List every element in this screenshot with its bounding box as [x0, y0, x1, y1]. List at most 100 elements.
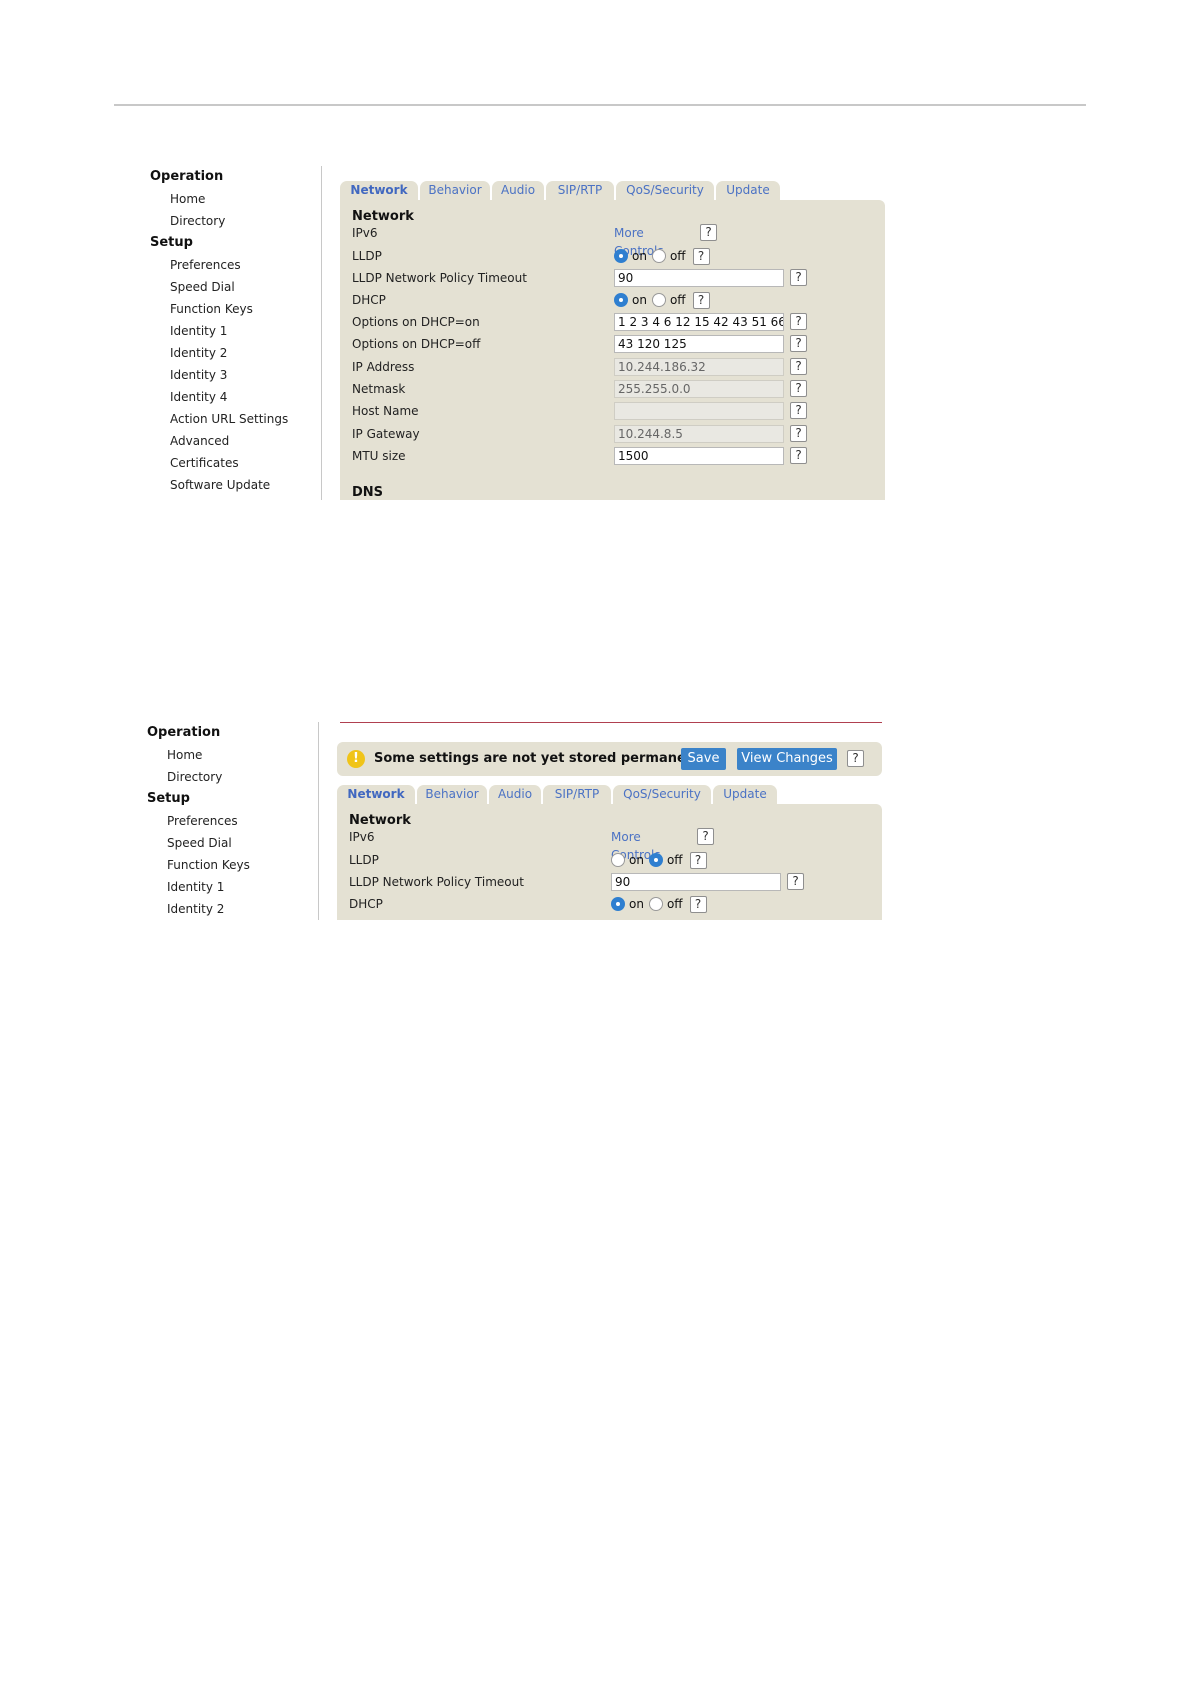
help-icon[interactable]: ?: [697, 828, 714, 845]
tab-qos-security[interactable]: QoS/Security: [616, 181, 714, 200]
notice-message: Some settings are not yet stored permane…: [374, 751, 718, 766]
radio-on-label: on: [632, 249, 647, 263]
radio-on-label: on: [629, 897, 644, 911]
view-changes-button[interactable]: View Changes: [737, 748, 837, 770]
screenshot-network-settings: Operation Home Directory Setup Preferenc…: [150, 166, 890, 500]
label-lldp-timeout: LLDP Network Policy Timeout: [352, 271, 527, 285]
help-icon[interactable]: ?: [790, 335, 807, 352]
label-dhcp: DHCP: [349, 897, 383, 911]
tab-update[interactable]: Update: [713, 785, 777, 804]
mtu-size-input[interactable]: 1500: [614, 447, 784, 465]
help-icon[interactable]: ?: [689, 851, 707, 869]
sidebar-item-identity-2[interactable]: Identity 2: [147, 898, 250, 920]
unsaved-settings-notice: ! Some settings are not yet stored perma…: [337, 742, 882, 776]
screenshot-unsaved-changes: Operation Home Directory Setup Preferenc…: [147, 722, 890, 920]
label-options-dhcp-on: Options on DHCP=on: [352, 315, 480, 329]
tab-behavior[interactable]: Behavior: [420, 181, 490, 200]
help-icon[interactable]: ?: [790, 358, 807, 375]
radio-on-label: on: [632, 293, 647, 307]
sidebar-item-function-keys[interactable]: Function Keys: [147, 854, 250, 876]
help-icon[interactable]: ?: [700, 224, 717, 241]
help-icon[interactable]: ?: [790, 269, 807, 286]
tab-audio[interactable]: Audio: [489, 785, 541, 804]
label-ip-address: IP Address: [352, 360, 415, 374]
tab-update[interactable]: Update: [716, 181, 780, 200]
label-mtu-size: MTU size: [352, 449, 406, 463]
sidebar-item-software-update[interactable]: Software Update: [150, 474, 288, 496]
tab-network[interactable]: Network: [337, 785, 415, 804]
sidebar-item-identity-1[interactable]: Identity 1: [147, 876, 250, 898]
help-icon[interactable]: ?: [692, 247, 710, 265]
lldp-radio-group: on off ?: [614, 247, 710, 265]
tab-sip-rtp[interactable]: SIP/RTP: [543, 785, 611, 804]
radio-off-label: off: [666, 897, 683, 911]
tab-network[interactable]: Network: [340, 181, 418, 200]
tab-behavior[interactable]: Behavior: [417, 785, 487, 804]
help-icon[interactable]: ?: [790, 447, 807, 464]
sidebar-item-home[interactable]: Home: [150, 188, 288, 210]
lldp-on-radio[interactable]: [611, 853, 625, 867]
sidebar-item-home[interactable]: Home: [147, 744, 250, 766]
sidebar-section-setup: Setup: [147, 791, 190, 806]
help-icon[interactable]: ?: [790, 425, 807, 442]
radio-off-label: off: [666, 853, 683, 867]
tab-sip-rtp[interactable]: SIP/RTP: [546, 181, 614, 200]
host-name-field: [614, 402, 784, 420]
sidebar-section-setup: Setup: [150, 235, 193, 250]
sidebar-item-preferences[interactable]: Preferences: [150, 254, 288, 276]
label-netmask: Netmask: [352, 382, 406, 396]
save-button[interactable]: Save: [681, 748, 726, 770]
sidebar-nav: Operation Home Directory Setup Preferenc…: [150, 166, 288, 496]
help-icon[interactable]: ?: [790, 380, 807, 397]
ip-gateway-field: 10.244.8.5: [614, 425, 784, 443]
options-dhcp-off-input[interactable]: 43 120 125: [614, 335, 784, 353]
netmask-field: 255.255.0.0: [614, 380, 784, 398]
tab-qos-security[interactable]: QoS/Security: [613, 785, 711, 804]
dhcp-off-radio[interactable]: [651, 293, 666, 307]
help-icon[interactable]: ?: [787, 873, 804, 890]
options-dhcp-on-input[interactable]: 1 2 3 4 6 12 15 42 43 51 66: [614, 313, 784, 331]
dhcp-on-radio[interactable]: [614, 293, 628, 307]
sidebar-item-advanced[interactable]: Advanced: [150, 430, 288, 452]
radio-off-label: off: [669, 293, 686, 307]
label-ip-gateway: IP Gateway: [352, 427, 420, 441]
sidebar-item-preferences[interactable]: Preferences: [147, 810, 250, 832]
help-icon[interactable]: ?: [847, 750, 864, 767]
sidebar-item-certificates[interactable]: Certificates: [150, 452, 288, 474]
sidebar-item-action-url-settings[interactable]: Action URL Settings: [150, 408, 288, 430]
help-icon[interactable]: ?: [689, 895, 707, 913]
sidebar-item-function-keys[interactable]: Function Keys: [150, 298, 288, 320]
label-dhcp: DHCP: [352, 293, 386, 307]
label-options-dhcp-off: Options on DHCP=off: [352, 337, 481, 351]
radio-on-label: on: [629, 853, 644, 867]
sidebar-item-identity-3[interactable]: Identity 3: [150, 364, 288, 386]
network-settings-panel: Network IPv6 More Controls ? LLDP on off…: [340, 200, 885, 500]
sidebar-item-speed-dial[interactable]: Speed Dial: [147, 832, 250, 854]
section-title-dns: DNS: [352, 485, 384, 500]
sidebar-section-operation: Operation: [150, 169, 224, 184]
label-lldp: LLDP: [352, 249, 382, 263]
lldp-off-radio[interactable]: [651, 249, 666, 263]
lldp-on-radio[interactable]: [614, 249, 628, 263]
sidebar-item-identity-2[interactable]: Identity 2: [150, 342, 288, 364]
page-header-rule: [114, 104, 1086, 106]
help-icon[interactable]: ?: [790, 313, 807, 330]
sidebar-item-directory[interactable]: Directory: [147, 766, 250, 788]
lldp-timeout-input[interactable]: 90: [614, 269, 784, 287]
warning-icon: !: [347, 750, 365, 768]
help-icon[interactable]: ?: [790, 402, 807, 419]
lldp-off-radio[interactable]: [648, 853, 663, 867]
lldp-timeout-input[interactable]: 90: [611, 873, 781, 891]
sidebar-section-operation: Operation: [147, 725, 221, 740]
dhcp-on-radio[interactable]: [611, 897, 625, 911]
dhcp-off-radio[interactable]: [648, 897, 663, 911]
sidebar-item-directory[interactable]: Directory: [150, 210, 288, 232]
help-icon[interactable]: ?: [692, 291, 710, 309]
sidebar-item-identity-1[interactable]: Identity 1: [150, 320, 288, 342]
sidebar-item-speed-dial[interactable]: Speed Dial: [150, 276, 288, 298]
tab-audio[interactable]: Audio: [492, 181, 544, 200]
dhcp-radio-group: on off ?: [614, 291, 710, 309]
sidebar-item-identity-4[interactable]: Identity 4: [150, 386, 288, 408]
label-host-name: Host Name: [352, 404, 419, 418]
label-lldp: LLDP: [349, 853, 379, 867]
